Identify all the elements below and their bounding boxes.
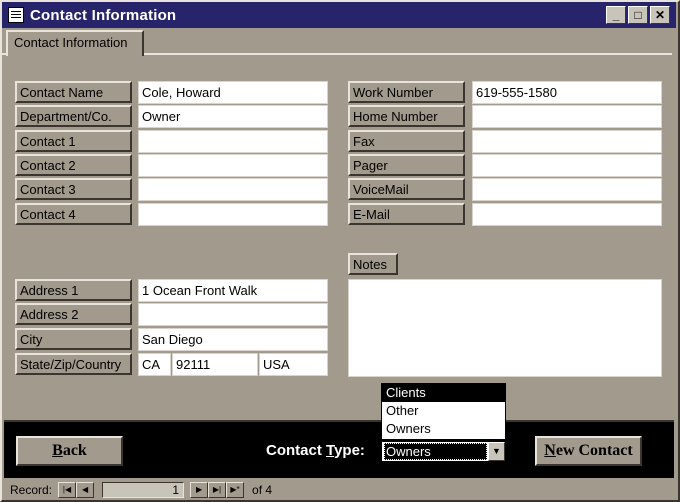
contact-type-label-post: ype: [334,442,365,459]
form-icon [8,7,24,23]
close-icon: ✕ [654,8,666,22]
title-bar: Contact Information _ □ ✕ [2,2,676,28]
window-title: Contact Information [30,6,177,24]
label-work-number: Work Number [348,81,465,103]
field-contact-2[interactable] [138,154,328,177]
field-contact-1[interactable] [138,130,328,153]
first-record-button[interactable]: |◀ [58,482,77,498]
new-record-button[interactable]: ▶* [226,482,245,498]
label-department: Department/Co. [15,105,132,127]
label-voicemail: VoiceMail [348,178,465,200]
maximize-button[interactable]: □ [628,6,648,24]
field-state[interactable]: CA [138,353,171,376]
field-address-2[interactable] [138,303,328,326]
label-home-number: Home Number [348,105,465,127]
back-hotkey: B [52,442,63,459]
field-zip[interactable]: 92111 [172,353,258,376]
chevron-down-icon: ▼ [492,446,501,456]
field-department[interactable]: Owner [138,105,328,128]
label-contact-3: Contact 3 [15,178,132,200]
contact-type-label: Contact Type: [266,442,365,459]
field-notes[interactable] [348,279,662,377]
field-home-number[interactable] [472,105,662,128]
label-city: City [15,328,132,350]
option-clients[interactable]: Clients [382,384,505,402]
option-owners[interactable]: Owners [382,420,505,438]
label-address-2: Address 2 [15,303,132,325]
field-work-number[interactable]: 619-555-1580 [472,81,662,104]
field-country[interactable]: USA [259,353,328,376]
maximize-icon: □ [634,8,642,22]
contact-type-combo[interactable]: Owners ▼ [381,441,506,462]
last-record-button[interactable]: ▶| [208,482,227,498]
label-state-zip-country: State/Zip/Country [15,353,132,375]
record-count: of 4 [252,483,273,497]
new-contact-hotkey: N [544,442,556,459]
label-contact-4: Contact 4 [15,203,132,225]
record-label: Record: [10,483,53,497]
next-record-button[interactable]: ▶ [190,482,209,498]
tab-divider-left [2,53,7,55]
back-label: ack [62,442,87,459]
label-email: E-Mail [348,203,465,225]
new-record-icon: ▶* [230,485,240,494]
field-fax[interactable] [472,130,662,153]
first-record-icon: |◀ [62,485,72,494]
label-notes: Notes [348,253,398,275]
label-address-1: Address 1 [15,279,132,301]
field-pager[interactable] [472,154,662,177]
contact-type-label-pre: Contact [266,442,326,459]
last-record-icon: ▶| [212,485,222,494]
contact-type-hotkey: T [326,442,335,459]
prev-record-button[interactable]: ◀ [76,482,95,498]
option-other[interactable]: Other [382,402,505,420]
field-address-1[interactable]: 1 Ocean Front Walk [138,279,328,302]
label-pager: Pager [348,154,465,176]
tab-divider [144,53,672,55]
tab-contact-information[interactable]: Contact Information [6,30,144,56]
field-voicemail[interactable] [472,178,662,201]
new-contact-label: ew Contact [555,442,633,459]
label-contact-2: Contact 2 [15,154,132,176]
record-number-input[interactable]: 1 [102,482,185,498]
field-contact-name[interactable]: Cole, Howard [138,81,328,104]
contact-type-dropdown-list: Clients Other Owners [381,383,506,440]
combo-arrow-button[interactable]: ▼ [488,442,505,461]
field-city[interactable]: San Diego [138,328,328,351]
contact-type-value[interactable]: Owners [384,443,487,460]
field-contact-3[interactable] [138,178,328,201]
label-contact-1: Contact 1 [15,130,132,152]
window-controls: _ □ ✕ [606,6,670,24]
minimize-icon: _ [612,8,620,22]
next-record-icon: ▶ [195,485,203,494]
label-fax: Fax [348,130,465,152]
field-email[interactable] [472,203,662,226]
field-contact-4[interactable] [138,203,328,226]
label-contact-name: Contact Name [15,81,132,103]
back-button[interactable]: Back [16,436,123,466]
new-contact-button[interactable]: New Contact [535,436,642,466]
record-navigation-bar: Record: |◀ ◀ 1 ▶ ▶| ▶* of 4 [2,480,676,500]
minimize-button[interactable]: _ [606,6,626,24]
prev-record-icon: ◀ [81,485,89,494]
close-button[interactable]: ✕ [650,6,670,24]
tab-label: Contact Information [14,35,128,50]
